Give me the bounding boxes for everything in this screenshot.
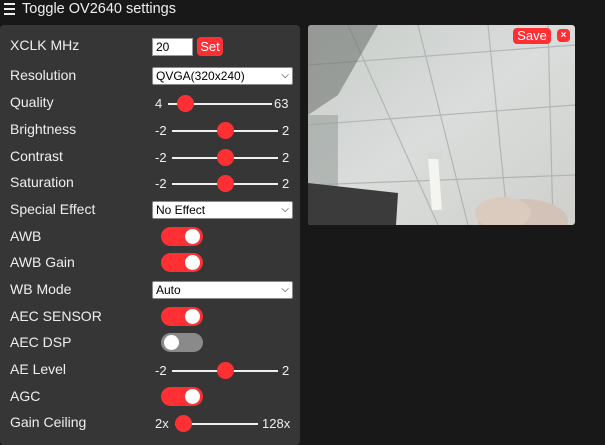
awb-row: AWB: [0, 224, 300, 250]
saturation-min: -2: [155, 176, 167, 191]
aec-dsp-toggle[interactable]: [161, 333, 203, 352]
agc-row: AGC: [0, 384, 300, 410]
ae-level-row: AE Level -2 2: [0, 357, 300, 383]
awb-gain-label: AWB Gain: [10, 254, 75, 270]
gain-ceiling-row: Gain Ceiling 2x 128x: [0, 410, 300, 436]
contrast-row: Contrast -2 2: [0, 144, 300, 170]
aec-sensor-row: AEC SENSOR: [0, 304, 300, 330]
special-effect-label: Special Effect: [10, 201, 96, 217]
ae-level-slider-thumb[interactable]: [217, 362, 234, 379]
special-effect-row: Special Effect No Effect ⌵: [0, 197, 300, 223]
quality-row: Quality 4 63: [0, 90, 300, 116]
quality-slider-thumb[interactable]: [176, 95, 194, 112]
brightness-max: 2: [282, 123, 290, 138]
contrast-min: -2: [155, 150, 167, 165]
awb-toggle[interactable]: [161, 227, 203, 246]
gain-ceiling-min: 2x: [155, 416, 169, 431]
hamburger-icon[interactable]: [4, 3, 15, 15]
brightness-row: Brightness -2 2: [0, 117, 300, 143]
contrast-max: 2: [282, 150, 290, 165]
aec-dsp-row: AEC DSP: [0, 330, 300, 356]
resolution-label: Resolution: [10, 67, 77, 83]
chevron-down-icon: ⌵: [281, 284, 289, 295]
awb-gain-row: AWB Gain: [0, 250, 300, 276]
brightness-label: Brightness: [10, 121, 77, 137]
xclk-input[interactable]: 20: [152, 38, 193, 56]
special-effect-selected: No Effect: [156, 203, 206, 217]
camera-preview: [308, 25, 575, 225]
saturation-slider-thumb[interactable]: [217, 175, 234, 192]
gain-ceiling-slider-thumb[interactable]: [175, 415, 192, 432]
wb-mode-label: WB Mode: [10, 281, 72, 297]
resolution-select[interactable]: QVGA(320x240) ⌵: [152, 67, 293, 85]
agc-label: AGC: [10, 388, 41, 404]
wb-mode-row: WB Mode Auto ⌵: [0, 277, 300, 303]
saturation-row: Saturation -2 2: [0, 170, 300, 196]
top-bar: Toggle OV2640 settings: [0, 0, 605, 22]
toggle-knob: [185, 229, 200, 244]
xclk-label: XCLK MHz: [10, 37, 80, 53]
resolution-row: Resolution QVGA(320x240) ⌵: [0, 63, 300, 89]
toggle-knob: [185, 309, 200, 324]
contrast-label: Contrast: [10, 148, 63, 164]
saturation-label: Saturation: [10, 174, 74, 190]
toggle-knob: [185, 389, 200, 404]
ae-level-label: AE Level: [10, 361, 67, 377]
brightness-slider-thumb[interactable]: [217, 122, 234, 139]
chevron-down-icon: ⌵: [281, 204, 289, 215]
aec-sensor-toggle[interactable]: [161, 307, 203, 326]
close-icon[interactable]: ×: [557, 29, 570, 42]
gain-ceiling-max: 128x: [262, 416, 291, 431]
ae-level-max: 2: [282, 363, 290, 378]
resolution-selected: QVGA(320x240): [156, 69, 245, 83]
quality-label: Quality: [10, 94, 54, 110]
quality-max: 63: [274, 96, 289, 111]
awb-gain-toggle[interactable]: [161, 253, 203, 272]
toggle-settings-label[interactable]: Toggle OV2640 settings: [22, 1, 176, 17]
ae-level-min: -2: [155, 363, 167, 378]
settings-panel: XCLK MHz 20 Set Resolution QVGA(320x240)…: [0, 25, 300, 445]
gain-ceiling-label: Gain Ceiling: [10, 414, 87, 430]
brightness-min: -2: [155, 123, 167, 138]
save-button[interactable]: Save: [513, 28, 551, 44]
special-effect-select[interactable]: No Effect ⌵: [152, 201, 293, 219]
toggle-knob: [164, 335, 179, 350]
quality-min: 4: [155, 96, 163, 111]
wb-mode-select[interactable]: Auto ⌵: [152, 281, 293, 299]
awb-label: AWB: [10, 228, 42, 244]
wb-mode-selected: Auto: [156, 283, 181, 297]
chevron-down-icon: ⌵: [281, 70, 289, 81]
aec-sensor-label: AEC SENSOR: [10, 308, 102, 324]
saturation-max: 2: [282, 176, 290, 191]
xclk-row: XCLK MHz 20 Set: [0, 33, 300, 59]
xclk-set-button[interactable]: Set: [197, 37, 223, 56]
agc-toggle[interactable]: [161, 387, 203, 406]
contrast-slider-thumb[interactable]: [217, 149, 234, 166]
camera-frame-image: [308, 25, 575, 225]
aec-dsp-label: AEC DSP: [10, 334, 72, 350]
toggle-knob: [185, 255, 200, 270]
